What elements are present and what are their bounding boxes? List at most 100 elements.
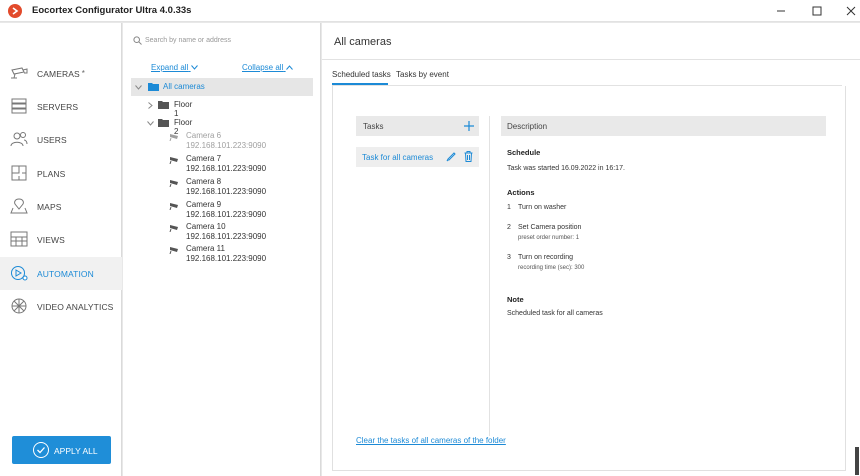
maps-icon	[10, 198, 28, 214]
description-header: Description	[501, 116, 826, 136]
schedule-text: Task was started 16.09.2022 in 16:17.	[507, 165, 625, 172]
views-icon	[10, 231, 28, 247]
window-title: Eocortex Configurator Ultra 4.0.33s	[32, 5, 192, 16]
tree-camera-item[interactable]: Camera 6 192.168.101.223:9090	[169, 131, 299, 153]
camera-icon	[11, 67, 28, 79]
sidebar-item-automation[interactable]: AUTOMATION	[0, 257, 122, 290]
camera-icon	[169, 134, 178, 141]
camera-tree-pane: Search by name or address Expand all Col…	[123, 23, 321, 476]
expander-icon	[135, 85, 142, 90]
description-header-label: Description	[507, 122, 548, 131]
sidebar-item-label: MAPS	[37, 202, 62, 212]
camera-address: 192.168.101.223:9090	[186, 232, 267, 241]
action-number: 2	[507, 224, 511, 231]
camera-name: Camera 6	[186, 131, 222, 140]
divider	[489, 116, 490, 436]
tasks-header: Tasks	[356, 116, 479, 136]
servers-icon	[11, 98, 27, 114]
search-input[interactable]: Search by name or address	[133, 35, 313, 49]
tree-node-all-cameras[interactable]: All cameras	[131, 78, 313, 96]
tab-scheduled-tasks[interactable]: Scheduled tasks	[332, 70, 391, 79]
page-title: All cameras	[334, 36, 392, 48]
tree-camera-item[interactable]: Camera 11 192.168.101.223:9090	[169, 244, 299, 266]
note-heading: Note	[507, 295, 524, 304]
action-number: 3	[507, 254, 511, 261]
tree-camera-item[interactable]: Camera 7 192.168.101.223:9090	[169, 154, 299, 176]
action-number: 1	[507, 204, 511, 211]
camera-address: 192.168.101.223:9090	[186, 141, 267, 150]
folder-icon	[158, 101, 169, 109]
camera-name: Camera 9	[186, 200, 222, 209]
camera-icon	[169, 225, 178, 232]
camera-name: Camera 10	[186, 222, 226, 231]
chevron-up-icon	[285, 65, 293, 70]
clear-folder-tasks-link[interactable]: Clear the tasks of all cameras of the fo…	[356, 436, 506, 445]
camera-icon	[169, 180, 178, 187]
camera-address: 192.168.101.223:9090	[186, 254, 267, 263]
sidebar-item-plans[interactable]: PLANS	[0, 157, 122, 190]
minimize-button[interactable]	[764, 0, 798, 22]
search-placeholder: Search by name or address	[145, 37, 231, 44]
plans-icon	[11, 165, 27, 181]
sidebar: CAMERAS * SERVERS USERS PLANS MAPS VIEWS …	[0, 23, 122, 476]
apply-all-button[interactable]: APPLY ALL	[12, 436, 111, 464]
users-icon	[10, 132, 28, 147]
delete-trash-icon[interactable]	[464, 151, 473, 162]
sidebar-item-label: AUTOMATION	[37, 269, 94, 279]
sidebar-item-label: CAMERAS	[37, 69, 80, 79]
minimize-icon	[777, 10, 785, 12]
camera-name: Camera 7	[186, 154, 222, 163]
note-text: Scheduled task for all cameras	[507, 310, 603, 317]
action-text: Turn on washer	[518, 204, 567, 211]
action-detail: recording time (sec): 300	[518, 265, 585, 271]
maximize-button[interactable]	[800, 0, 834, 22]
tab-content: Tasks Task for all cameras Description S…	[332, 86, 846, 471]
apply-all-label: APPLY ALL	[54, 446, 98, 456]
camera-name: Camera 11	[186, 244, 225, 253]
action-text: Set Camera position	[518, 224, 582, 231]
plus-icon	[464, 121, 474, 131]
sidebar-item-users[interactable]: USERS	[0, 123, 122, 156]
sidebar-item-maps[interactable]: MAPS	[0, 190, 122, 223]
collapse-all-link[interactable]: Collapse all	[242, 63, 293, 72]
sidebar-item-servers[interactable]: SERVERS	[0, 90, 122, 123]
camera-address: 192.168.101.223:9090	[186, 187, 267, 196]
tab-tasks-by-event[interactable]: Tasks by event	[396, 70, 449, 79]
sidebar-item-views[interactable]: VIEWS	[0, 223, 122, 256]
action-text: Turn on recording	[518, 254, 573, 261]
search-icon	[133, 36, 142, 45]
sidebar-item-cameras[interactable]: CAMERAS *	[0, 57, 122, 90]
main-panel: All cameras Scheduled tasks Tasks by eve…	[322, 23, 860, 476]
tree-camera-item[interactable]: Camera 9 192.168.101.223:9090	[169, 200, 299, 222]
title-bar: Eocortex Configurator Ultra 4.0.33s	[0, 0, 860, 22]
sidebar-item-label: VIDEO ANALYTICS	[37, 302, 114, 312]
expand-all-link[interactable]: Expand all	[151, 63, 198, 72]
divider	[322, 59, 860, 60]
camera-icon	[169, 157, 178, 164]
expand-all-label: Expand all	[151, 63, 189, 72]
check-circle-icon	[33, 442, 49, 458]
add-task-button[interactable]	[464, 118, 474, 133]
camera-icon	[169, 247, 178, 254]
app-logo-icon	[8, 4, 22, 18]
tree-camera-item[interactable]: Camera 8 192.168.101.223:9090	[169, 177, 299, 199]
video-analytics-icon	[11, 298, 27, 314]
close-button[interactable]	[834, 0, 860, 22]
folder-icon	[148, 83, 159, 91]
unsaved-badge: *	[81, 69, 85, 78]
maximize-icon	[812, 6, 822, 16]
tree-camera-item[interactable]: Camera 10 192.168.101.223:9090	[169, 222, 299, 244]
tree-node-label: Floor 1	[174, 100, 193, 118]
sidebar-item-label: USERS	[37, 135, 67, 145]
scrollbar[interactable]	[855, 447, 859, 475]
sidebar-item-label: SERVERS	[37, 102, 79, 112]
folder-icon	[158, 119, 169, 127]
task-list-item[interactable]: Task for all cameras	[356, 147, 479, 167]
sidebar-item-video-analytics[interactable]: VIDEO ANALYTICS	[0, 290, 122, 323]
automation-icon	[11, 266, 28, 281]
camera-icon	[169, 203, 178, 210]
camera-name: Camera 8	[186, 177, 222, 186]
collapse-all-label: Collapse all	[242, 63, 284, 72]
edit-pencil-icon[interactable]	[446, 151, 456, 162]
expander-icon	[147, 121, 154, 126]
